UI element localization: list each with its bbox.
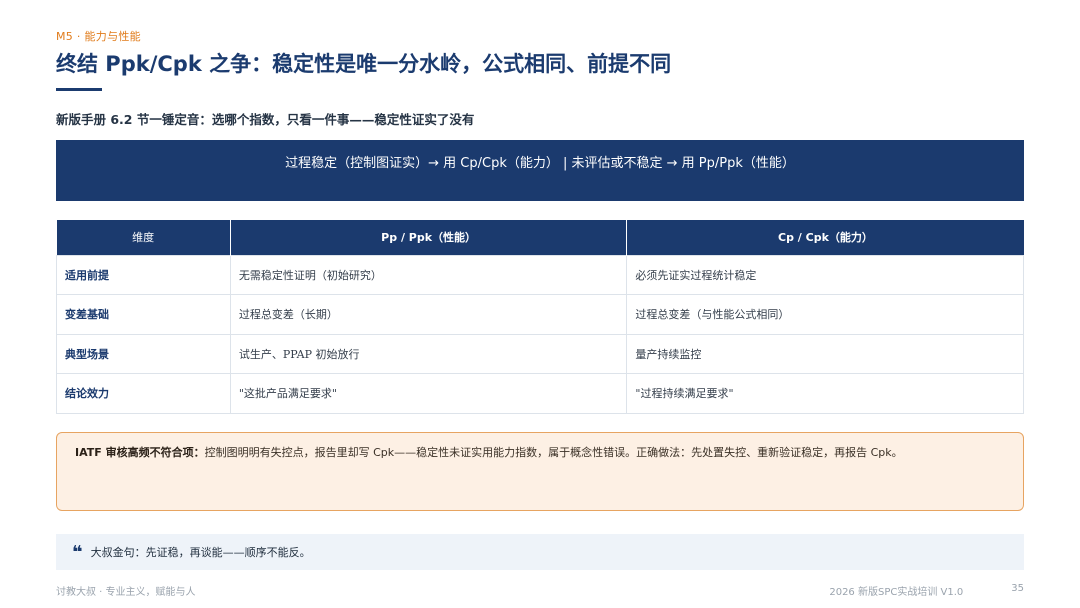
table-row: 变差基础 过程总变差（长期） 过程总变差（与性能公式相同） [56,294,1024,335]
footer-info: 2026 新版SPC实战培训 V1.0 35 [829,583,1024,598]
row-pp-ppk-cell: "这批产品满足要求" [229,373,628,414]
table-row: 适用前提 无需稳定性证明（初始研究） 必须先证实过程统计稳定 [56,254,1024,295]
row-cp-cpk-cell: 过程总变差（与性能公式相同） [626,294,1024,335]
row-pp-ppk-cell: 无需稳定性证明（初始研究） [229,254,628,295]
header-cp-cpk: Cp / Cpk（能力） [626,220,1024,255]
page-subtitle: 新版手册 6.2 节一锤定音：选哪个指数，只看一件事——稳定性证实了没有 [56,112,475,127]
quote-callout: ❝ 大叔金句：先证稳，再谈能——顺序不能反。 [56,534,1024,570]
table-row: 典型场景 试生产、PPAP 初始放行 量产持续监控 [56,333,1024,374]
comparison-table: 维度 Pp / Ppk（性能） Cp / Cpk（能力） 适用前提 无需稳定性证… [56,220,1024,414]
page-number: 35 [1011,583,1024,594]
page-title: 终结 Ppk/Cpk 之争：稳定性是唯一分水岭，公式相同、前提不同 [56,52,672,76]
row-cp-cpk-cell: "过程持续满足要求" [626,373,1024,414]
title-underline [56,88,102,91]
audit-warning-callout: IATF 审核高频不符合项：控制图明明有失控点，报告里却写 Cpk——稳定性未证… [56,432,1024,511]
section-kicker: M5 · 能力与性能 [56,30,141,43]
row-dimension: 变差基础 [56,294,231,335]
row-pp-ppk-cell: 过程总变差（长期） [229,294,628,335]
quote-text: 大叔金句：先证稳，再谈能——顺序不能反。 [90,546,311,559]
row-dimension: 典型场景 [56,333,231,374]
row-dimension: 结论效力 [56,373,231,414]
rule-banner: 过程稳定（控制图证实）→ 用 Cp/Cpk（能力） | 未评估或不稳定 → 用 … [56,140,1024,201]
row-dimension: 适用前提 [56,254,231,295]
header-dimension: 维度 [56,220,231,255]
row-cp-cpk-cell: 必须先证实过程统计稳定 [626,254,1024,295]
warning-label: IATF 审核高频不符合项： [75,446,205,459]
warning-text: 控制图明明有失控点，报告里却写 Cpk——稳定性未证实用能力指数，属于概念性错误… [204,446,903,459]
quote-icon: ❝ [72,542,83,563]
table-row: 结论效力 "这批产品满足要求" "过程持续满足要求" [56,373,1024,414]
table-header-row: 维度 Pp / Ppk（性能） Cp / Cpk（能力） [56,220,1024,255]
footer-brand: 讨教大叔 · 专业主义，赋能与人 [56,587,196,598]
row-pp-ppk-cell: 试生产、PPAP 初始放行 [229,333,628,374]
row-cp-cpk-cell: 量产持续监控 [626,333,1024,374]
header-pp-ppk: Pp / Ppk（性能） [230,220,628,255]
footer-course: 2026 新版SPC实战培训 V1.0 [829,587,964,598]
